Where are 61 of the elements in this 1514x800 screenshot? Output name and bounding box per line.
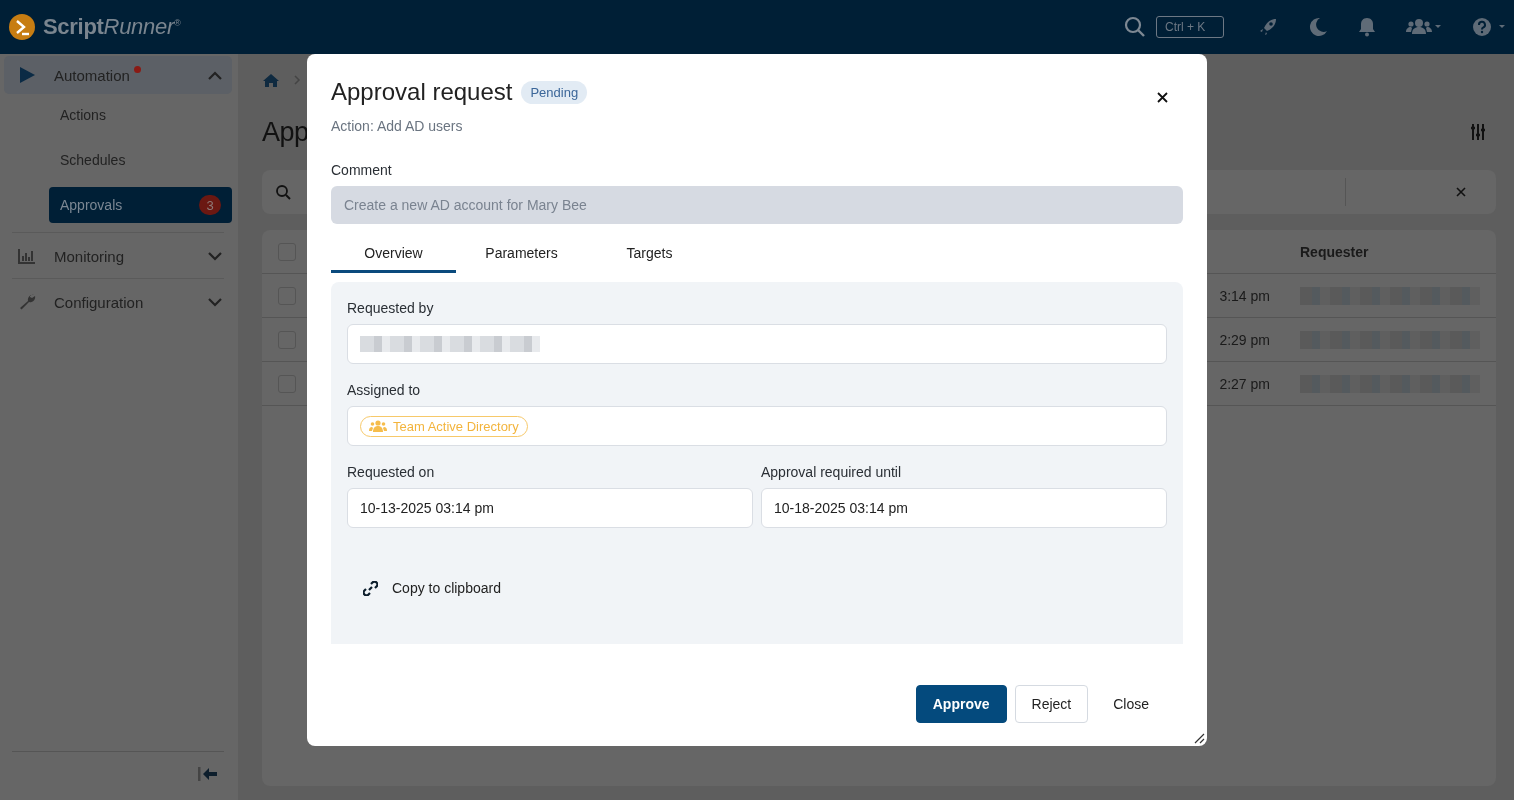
dialog-title: Approval request (331, 78, 513, 106)
nav-item[interactable]: Actions (49, 97, 232, 133)
help-icon[interactable] (1472, 17, 1506, 37)
comment-field: Create a new AD account for Mary Bee (331, 186, 1183, 224)
nav-label: Actions (60, 107, 106, 123)
table-cell: 2:27 pm (1219, 375, 1270, 392)
clear-icon[interactable] (1456, 187, 1466, 197)
search-icon[interactable] (1124, 16, 1146, 38)
column-header[interactable]: Requester (1300, 243, 1496, 260)
chevron-icon (208, 251, 222, 261)
tab[interactable]: Targets (587, 236, 712, 273)
nav-group[interactable]: Configuration (4, 283, 232, 321)
plain-button[interactable]: Close (1096, 685, 1166, 723)
resize-grip-icon[interactable] (1194, 733, 1205, 744)
collapse-icon[interactable] (198, 766, 218, 782)
close-icon[interactable] (1157, 92, 1168, 103)
count-badge: 3 (199, 195, 221, 215)
field-label: Assigned to (347, 382, 422, 398)
field-label: Requested on (347, 464, 436, 480)
filter-settings-icon[interactable] (1470, 123, 1486, 141)
tab[interactable]: Overview (331, 236, 456, 273)
bar-chart-icon (18, 248, 36, 264)
nav-label: Approvals (60, 197, 123, 213)
field-label: Comment (331, 162, 393, 178)
nav-item[interactable]: Approvals 3 (49, 187, 232, 223)
nav-label: Schedules (60, 152, 126, 168)
wrench-icon (18, 293, 36, 311)
rocket-icon[interactable] (1258, 17, 1278, 37)
status-badge: Pending (521, 80, 588, 104)
search-icon (276, 184, 291, 200)
field-label: Approval required until (761, 464, 903, 480)
tab[interactable]: Parameters (459, 236, 584, 273)
users-icon (369, 420, 387, 432)
play-icon (18, 66, 36, 84)
secondary-button[interactable]: Reject (1014, 685, 1089, 723)
moon-icon[interactable] (1308, 17, 1328, 37)
nav-group[interactable]: Automation (4, 56, 232, 94)
chevron-icon (208, 70, 222, 80)
shortcut-hint[interactable]: Ctrl + K (1156, 16, 1224, 38)
date-field: 10-13-2025 03:14 pm (347, 488, 753, 528)
chevron-icon (294, 75, 301, 85)
date-field: 10-18-2025 03:14 pm (761, 488, 1167, 528)
logo-text[interactable]: ScriptRunner$^{®}$ (43, 14, 181, 40)
table-cell: 2:29 pm (1219, 331, 1270, 348)
table-cell: 3:14 pm (1219, 287, 1270, 304)
page-title: App (262, 116, 309, 148)
home-icon[interactable] (262, 73, 280, 87)
nav-group[interactable]: Monitoring (4, 237, 232, 275)
logo-icon (8, 13, 36, 41)
users-icon[interactable] (1406, 17, 1442, 37)
nav-label: Automation (54, 66, 130, 84)
copy-link[interactable]: Copy to clipboard (347, 580, 517, 596)
nav-label: Monitoring (54, 247, 125, 265)
nav-label: Configuration (54, 293, 144, 311)
nav-item[interactable]: Schedules (49, 142, 232, 178)
primary-button[interactable]: Approve (915, 685, 1007, 723)
bell-icon[interactable] (1358, 17, 1376, 37)
dialog-subtitle: Action: Add AD users (331, 118, 464, 134)
field-label: Requested by (347, 300, 435, 316)
chevron-icon (208, 297, 222, 307)
link-icon (363, 580, 378, 596)
